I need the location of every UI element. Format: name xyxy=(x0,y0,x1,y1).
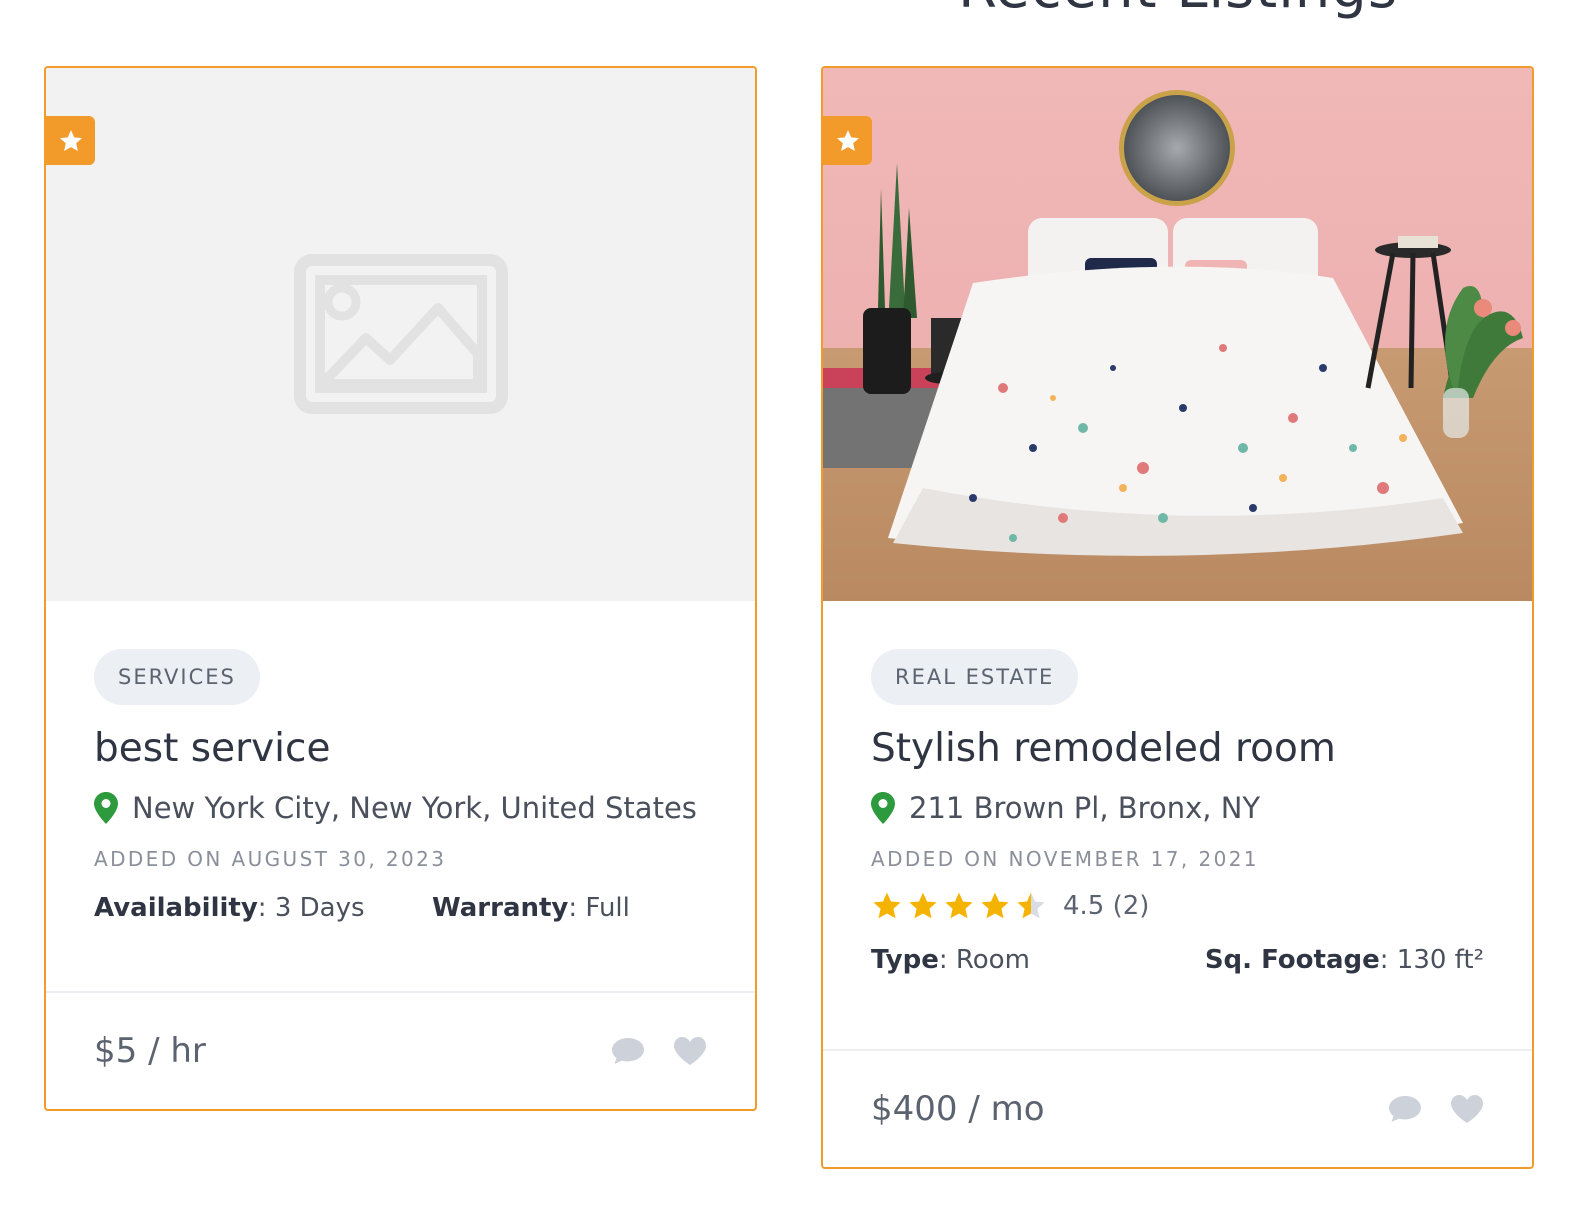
star-icon xyxy=(836,129,859,151)
listing-card-real-estate[interactable]: REAL ESTATE Stylish remodeled room 211 B… xyxy=(821,66,1534,1169)
spec-sq-footage: Sq. Footage: 130 ft² xyxy=(1204,945,1484,975)
spec-value: 3 Days xyxy=(274,893,365,923)
location-pin-icon xyxy=(871,792,895,824)
listing-card-services[interactable]: SERVICES best service New York City, New… xyxy=(44,66,757,1111)
listing-price: $400 / mo xyxy=(871,1089,1045,1129)
comment-icon[interactable] xyxy=(611,1037,645,1065)
spec-value: 130 ft² xyxy=(1396,945,1484,975)
star-rating-icon xyxy=(981,892,1009,919)
spec-key: Availability xyxy=(94,893,258,923)
featured-badge xyxy=(823,116,872,165)
star-rating-icon xyxy=(873,892,901,919)
category-badge[interactable]: SERVICES xyxy=(94,649,260,705)
listing-image[interactable] xyxy=(823,68,1532,601)
rating-stars xyxy=(871,890,1047,922)
comment-icon[interactable] xyxy=(1388,1095,1422,1123)
location-pin-icon xyxy=(94,792,118,824)
listing-title[interactable]: best service xyxy=(94,725,707,773)
card-footer: $400 / mo xyxy=(823,1049,1532,1167)
heart-icon[interactable] xyxy=(673,1036,707,1066)
listing-title[interactable]: Stylish remodeled room xyxy=(871,725,1484,773)
placeholder-image-icon xyxy=(294,254,508,414)
star-icon xyxy=(59,129,82,151)
card-footer: $5 / hr xyxy=(46,991,755,1109)
star-rating[interactable]: 4.5 (2) xyxy=(871,889,1484,923)
spec-key: Warranty xyxy=(432,893,569,923)
section-title: Recent Listings xyxy=(0,0,1576,21)
listing-location: 211 Brown Pl, Bronx, NY xyxy=(871,791,1484,825)
location-text: New York City, New York, United States xyxy=(132,791,697,825)
category-badge[interactable]: REAL ESTATE xyxy=(871,649,1079,705)
spec-value: Full xyxy=(585,893,630,923)
rating-value: 4.5 (2) xyxy=(1063,891,1150,921)
star-rating-icon xyxy=(1017,892,1045,919)
listing-location: New York City, New York, United States xyxy=(94,791,707,825)
bedroom-photo xyxy=(823,68,1532,601)
featured-badge xyxy=(46,116,95,165)
spec-type: Type: Room xyxy=(871,945,1030,975)
listing-specs: Availability: 3 Days Warranty: Full xyxy=(94,893,707,923)
location-text: 211 Brown Pl, Bronx, NY xyxy=(909,791,1261,825)
spec-value: Room xyxy=(955,945,1030,975)
star-rating-icon xyxy=(909,892,937,919)
listing-price: $5 / hr xyxy=(94,1031,206,1071)
spec-key: Type xyxy=(871,945,939,975)
spec-availability: Availability: 3 Days xyxy=(94,893,365,923)
listing-image[interactable] xyxy=(46,68,755,601)
heart-icon[interactable] xyxy=(1450,1094,1484,1124)
spec-key: Sq. Footage xyxy=(1204,945,1380,975)
listing-specs: Type: Room Sq. Footage: 130 ft² xyxy=(871,945,1484,975)
added-date: ADDED ON AUGUST 30, 2023 xyxy=(94,847,447,871)
star-rating-icon xyxy=(945,892,973,919)
spec-warranty: Warranty: Full xyxy=(432,893,630,923)
added-date: ADDED ON NOVEMBER 17, 2021 xyxy=(871,847,1259,871)
